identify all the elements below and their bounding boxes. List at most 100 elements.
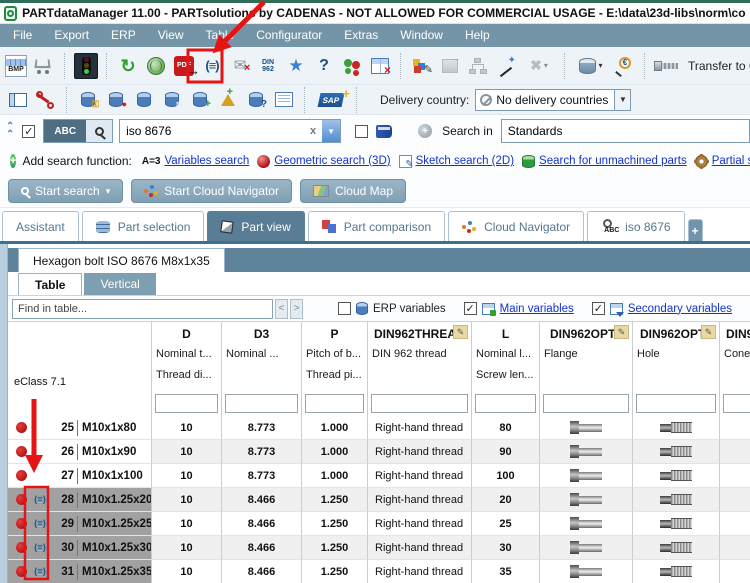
globe-user-button[interactable] (144, 53, 168, 79)
cell-p[interactable]: 1.250 (302, 560, 368, 583)
filter-input[interactable] (371, 394, 468, 413)
row-equals-icon[interactable]: (≡) (30, 518, 50, 529)
erp-variables-checkbox[interactable] (338, 302, 351, 315)
db-mail-button[interactable]: ✉ (160, 87, 184, 113)
cell-d[interactable]: 10 (152, 488, 222, 512)
row-name-cell[interactable]: (≡) 31 M10x1.25x35 (8, 560, 152, 583)
search-scope-input[interactable] (500, 119, 750, 143)
cell-d[interactable]: 10 (152, 464, 222, 488)
tab-cloud-navigator[interactable]: Cloud Navigator (448, 211, 585, 241)
cell-d3[interactable]: 8.466 (222, 488, 302, 512)
row-name-cell[interactable]: (≡) 28 M10x1.25x20 (8, 488, 152, 512)
row-name-cell[interactable]: (≡) 30 M10x1.25x30 (8, 536, 152, 560)
transfer-cad-button[interactable] (654, 53, 684, 79)
delivery-country-dropdown[interactable]: No delivery countries ▼ (475, 88, 632, 111)
cell-d3[interactable]: 8.773 (222, 464, 302, 488)
search-function-link[interactable]: Sketch search (2D) (416, 155, 514, 167)
cell-l[interactable]: 90 (472, 440, 540, 464)
row-name-cell[interactable]: (≡) 29 M10x1.25x25 (8, 512, 152, 536)
edit-pencil-icon[interactable]: ✎ (453, 325, 468, 339)
cell-l[interactable]: 35 (472, 560, 540, 583)
menu-item-table[interactable]: Table (195, 24, 246, 47)
find-next-button[interactable]: > (290, 298, 304, 319)
tab-vertical[interactable]: Vertical (84, 273, 156, 295)
menu-item-window[interactable]: Window (389, 24, 454, 47)
cell-d[interactable]: 10 (152, 512, 222, 536)
table-row[interactable]: (≡) 28 M10x1.25x20 10 8.466 1.250 Right-hand t… (8, 488, 750, 512)
cell-p[interactable]: 1.000 (302, 440, 368, 464)
list-view-button[interactable] (272, 87, 296, 113)
document-tab[interactable]: Hexagon bolt ISO 8676 M8x1x35 (18, 248, 225, 272)
refresh-button[interactable]: ↻ (116, 53, 140, 79)
search-dropdown-button[interactable]: ▼ (322, 120, 341, 142)
magnifier-toggle[interactable] (86, 120, 113, 142)
cell-din962opt1[interactable] (540, 440, 633, 464)
cell-din962thread[interactable]: Right-hand thread (368, 536, 472, 560)
start-search-button[interactable]: Start search ▾ (8, 179, 124, 203)
cell-din962opt2[interactable] (633, 512, 720, 536)
cell-d3[interactable]: 8.773 (222, 416, 302, 440)
column-header-din962opt1[interactable]: DIN962OPT1 ✎ Flange (540, 322, 633, 392)
cell-p[interactable]: 1.000 (302, 416, 368, 440)
chevron-down-icon[interactable]: ▾ (106, 186, 111, 197)
delivery-dropdown-caret[interactable]: ▼ (614, 89, 631, 110)
cell-d[interactable]: 10 (152, 536, 222, 560)
search-function-link[interactable]: Partial search (712, 155, 750, 167)
cell-p[interactable]: 1.250 (302, 512, 368, 536)
cell-din962opt2[interactable] (633, 560, 720, 583)
find-in-table-input[interactable] (12, 298, 273, 319)
row-equals-icon[interactable]: (≡) (30, 566, 50, 577)
filter-input[interactable] (225, 394, 298, 413)
cell-d[interactable]: 10 (152, 440, 222, 464)
cell-din9[interactable] (720, 512, 750, 536)
edit-pencil-icon[interactable]: ✎ (701, 325, 716, 339)
table-row[interactable]: (≡) 30 M10x1.25x30 10 8.466 1.250 Right-hand t… (8, 536, 750, 560)
db-users-button[interactable]: ● (104, 87, 128, 113)
secondary-variables-checkbox[interactable] (591, 302, 605, 315)
cell-d[interactable]: 10 (152, 416, 222, 440)
cloud-map-button[interactable]: Cloud Map (299, 179, 406, 203)
cell-din962thread[interactable]: Right-hand thread (368, 560, 472, 583)
cell-din962opt1[interactable] (540, 416, 633, 440)
filter-input[interactable] (305, 394, 364, 413)
filter-input[interactable] (475, 394, 536, 413)
menu-item-export[interactable]: Export (43, 24, 100, 47)
cell-d3[interactable]: 8.466 (222, 512, 302, 536)
form-view-button[interactable] (6, 87, 30, 113)
row-equals-icon[interactable]: (≡) (30, 542, 50, 553)
cell-p[interactable]: 1.250 (302, 488, 368, 512)
filter-input[interactable] (543, 394, 629, 413)
filter-input[interactable] (636, 394, 716, 413)
tab-table[interactable]: Table (18, 273, 83, 295)
cell-din9[interactable] (720, 464, 750, 488)
edit-pencil-icon[interactable]: ✎ (614, 325, 629, 339)
shopping-cart-button[interactable] (32, 53, 56, 79)
start-cloud-navigator-button[interactable]: Start Cloud Navigator (131, 179, 292, 203)
db-login-button[interactable]: ⚿ (76, 87, 100, 113)
cell-din962thread[interactable]: Right-hand thread (368, 416, 472, 440)
cell-l[interactable]: 100 (472, 464, 540, 488)
row-name-cell[interactable]: 27 M10x1x100 (8, 464, 152, 488)
tab-part-view[interactable]: Part view (207, 211, 305, 241)
find-previous-button[interactable]: < (274, 298, 289, 319)
cell-din962thread[interactable]: Right-hand thread (368, 512, 472, 536)
connection-button[interactable] (34, 87, 58, 113)
column-header-l[interactable]: L Nominal l... Screw len... (472, 322, 540, 392)
add-geometry-button[interactable]: + (216, 86, 240, 113)
row-name-cell[interactable]: 26 M10x1x90 (8, 440, 152, 464)
cell-din962thread[interactable]: Right-hand thread (368, 440, 472, 464)
material-button[interactable]: ▾ (574, 53, 608, 79)
cell-din962opt2[interactable] (633, 416, 720, 440)
main-variables-link[interactable]: Main variables (500, 303, 574, 315)
scope-add-icon[interactable]: + (418, 124, 433, 138)
column-header-d3[interactable]: D3 Nominal ... (222, 322, 302, 392)
cell-p[interactable]: 1.000 (302, 464, 368, 488)
export-pdf-button[interactable]: PDF (172, 53, 196, 79)
structure-button[interactable] (466, 53, 490, 79)
tab-part-comparison[interactable]: Part comparison (307, 211, 446, 241)
cell-p[interactable]: 1.250 (302, 536, 368, 560)
catalog-checkbox[interactable] (355, 124, 369, 138)
cell-din962opt2[interactable] (633, 464, 720, 488)
cell-din962thread[interactable]: Right-hand thread (368, 464, 472, 488)
cell-l[interactable]: 30 (472, 536, 540, 560)
